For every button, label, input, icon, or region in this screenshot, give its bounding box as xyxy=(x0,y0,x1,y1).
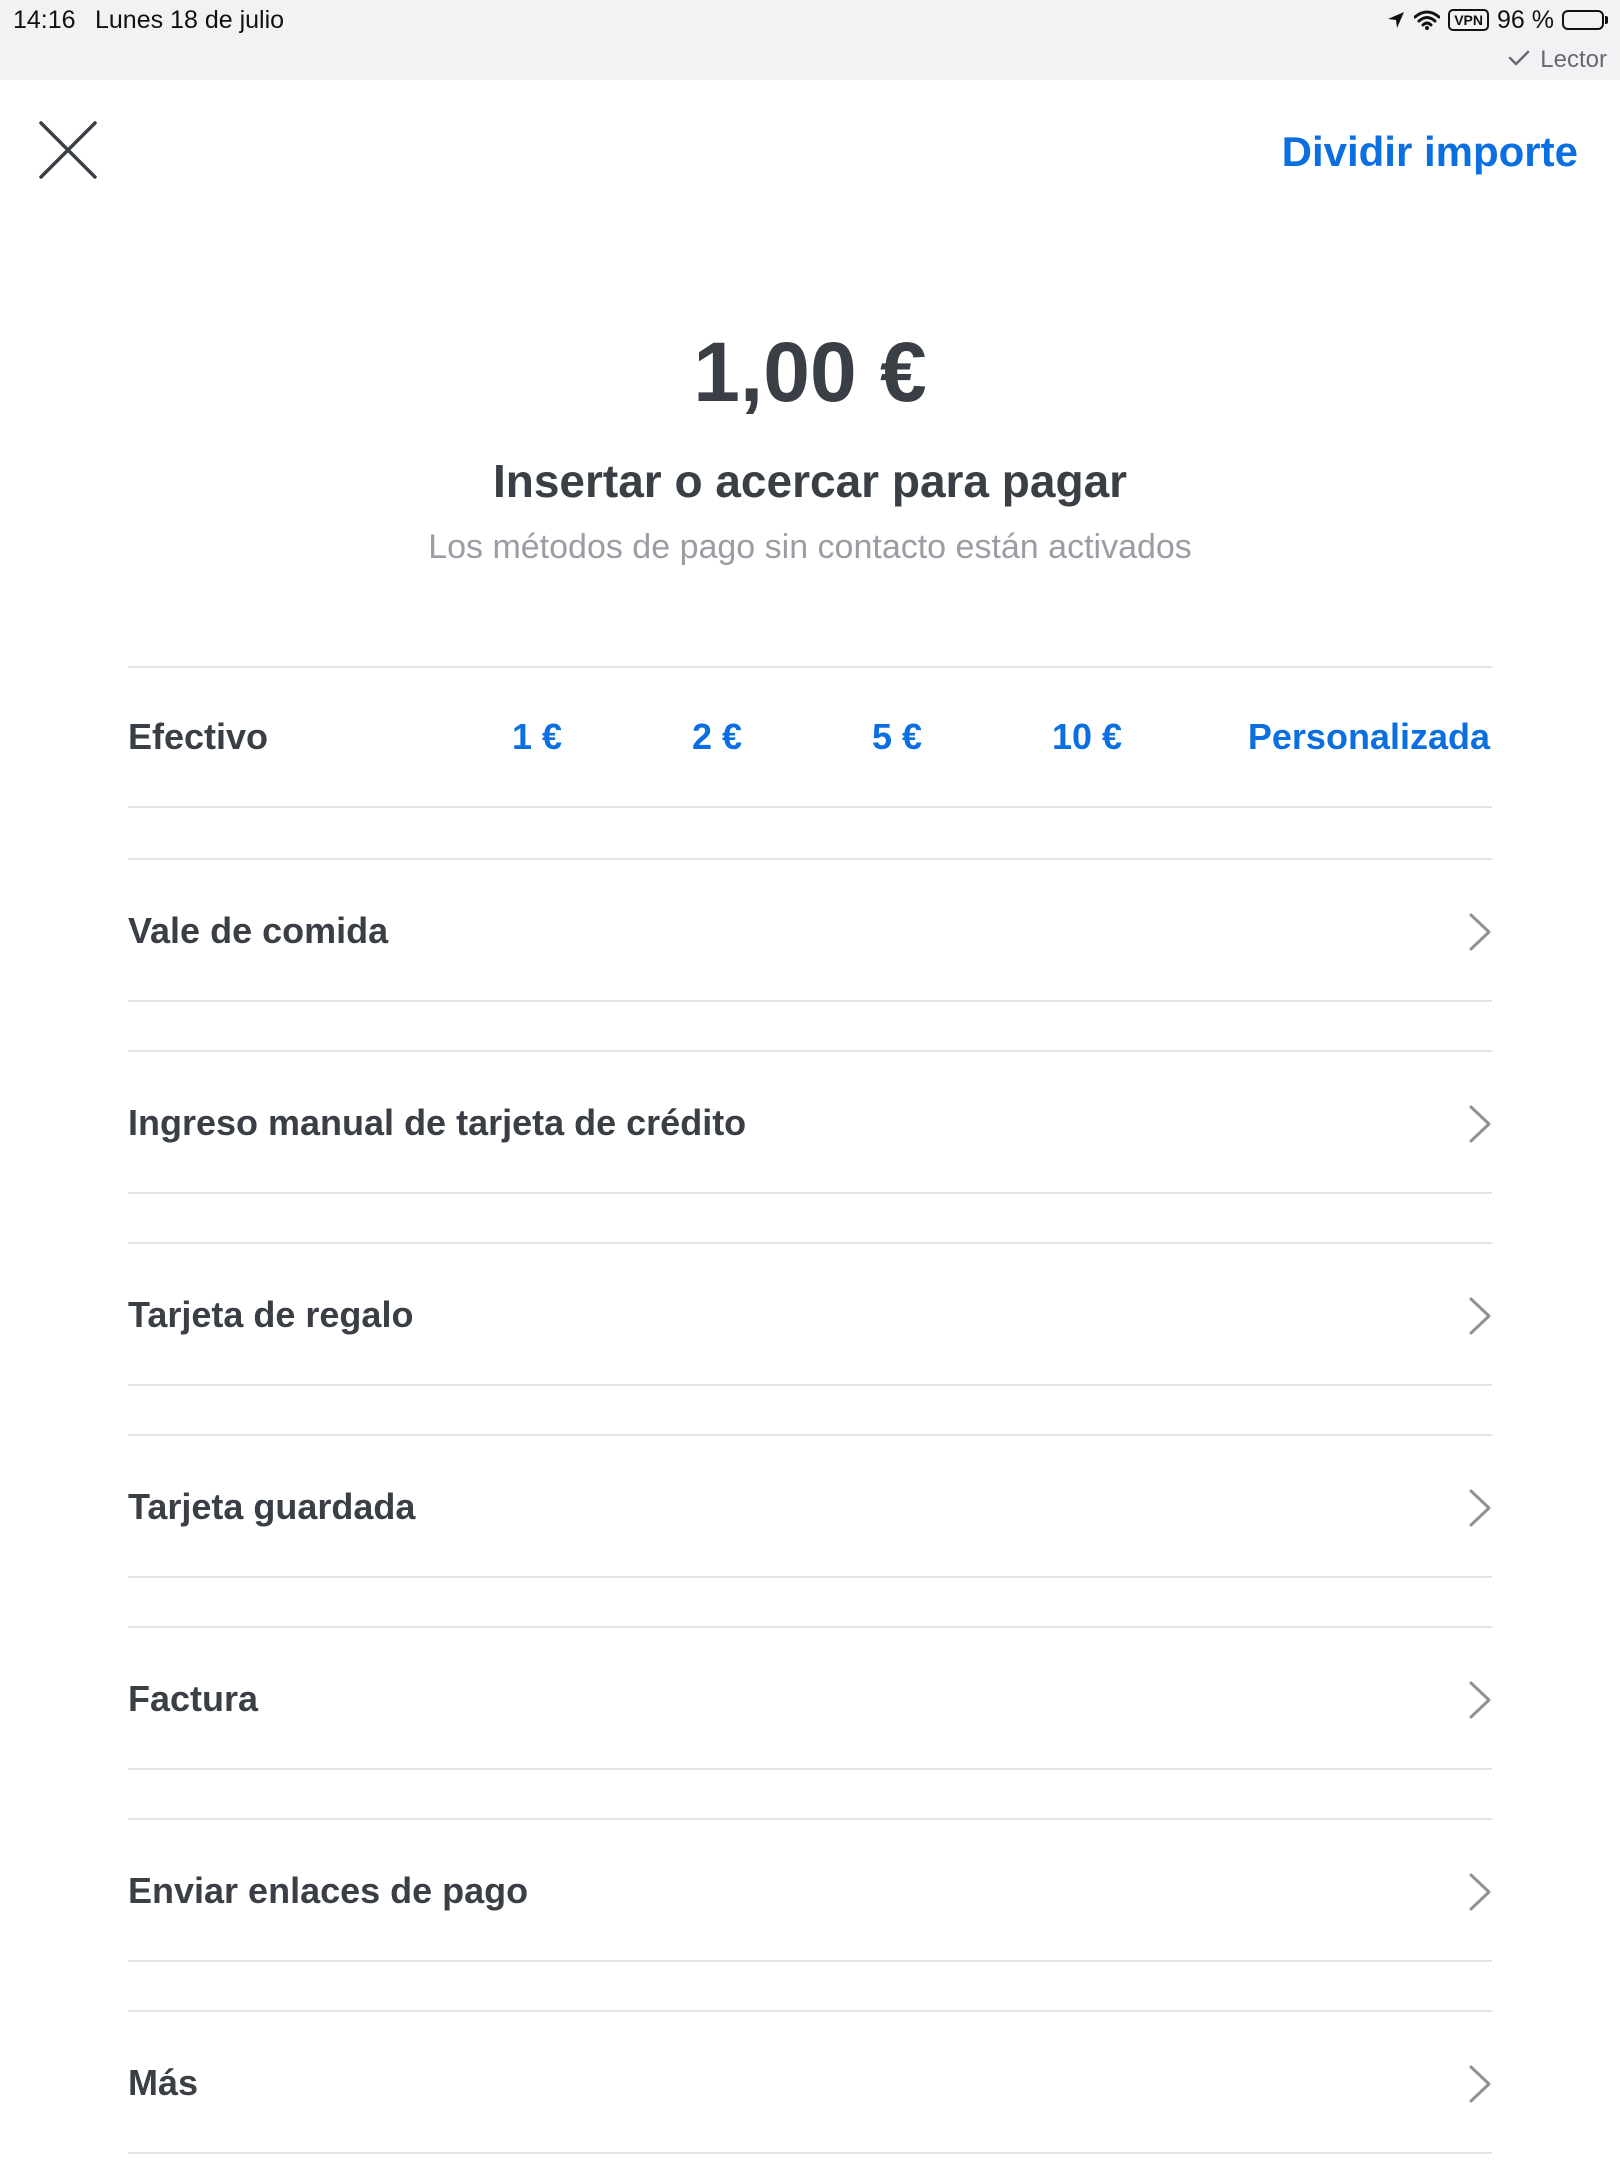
cash-option-custom[interactable]: Personalizada xyxy=(1248,716,1490,758)
cash-label: Efectivo xyxy=(128,716,269,757)
method-label: Vale de comida xyxy=(128,910,389,951)
payment-instruction: Insertar o acercar para pagar xyxy=(492,455,1128,507)
battery-percentage: 96 % xyxy=(1497,5,1554,34)
location-arrow-icon xyxy=(1386,10,1406,30)
reader-label: Lector xyxy=(1540,46,1607,73)
method-label: Enviar enlaces de pago xyxy=(128,1870,529,1911)
status-bar: 14:16 Lunes 18 de julio VPN 96 % Lector xyxy=(0,0,1620,80)
chevron-right-icon xyxy=(1469,2065,1491,2103)
status-icons: VPN 96 % xyxy=(1386,5,1608,35)
method-item-meal-voucher[interactable]: Vale de comida xyxy=(128,858,1492,1002)
chevron-right-icon xyxy=(1469,1873,1491,1911)
method-label: Más xyxy=(128,2062,199,2103)
cash-option-10[interactable]: 10 € xyxy=(1052,716,1122,758)
status-time: 14:16 xyxy=(13,6,76,34)
method-label: Tarjeta guardada xyxy=(128,1486,416,1527)
method-label: Tarjeta de regalo xyxy=(128,1294,414,1335)
split-amount-button[interactable]: Dividir importe xyxy=(1282,128,1578,176)
reader-status: Lector xyxy=(1508,46,1607,74)
method-item-gift-card[interactable]: Tarjeta de regalo xyxy=(128,1242,1492,1386)
method-item-saved-card[interactable]: Tarjeta guardada xyxy=(128,1434,1492,1578)
cash-option-2[interactable]: 2 € xyxy=(692,716,742,758)
method-item-invoice[interactable]: Factura xyxy=(128,1626,1492,1770)
method-label: Factura xyxy=(128,1678,259,1719)
contactless-note: Los métodos de pago sin contacto están a… xyxy=(428,528,1192,566)
method-item-payment-links[interactable]: Enviar enlaces de pago xyxy=(128,1818,1492,1962)
method-item-more[interactable]: Más xyxy=(128,2010,1492,2154)
chevron-right-icon xyxy=(1469,1681,1491,1719)
close-button[interactable] xyxy=(36,120,100,184)
vpn-icon: VPN xyxy=(1448,9,1490,31)
cash-option-1[interactable]: 1 € xyxy=(512,716,562,758)
battery-icon xyxy=(1562,10,1608,30)
chevron-right-icon xyxy=(1469,1297,1491,1335)
status-date: Lunes 18 de julio xyxy=(95,6,285,34)
chevron-right-icon xyxy=(1469,913,1491,951)
method-item-manual-card-entry[interactable]: Ingreso manual de tarjeta de crédito xyxy=(128,1050,1492,1194)
chevron-right-icon xyxy=(1469,1489,1491,1527)
close-icon xyxy=(38,120,98,185)
checkmark-icon xyxy=(1508,46,1530,74)
cash-option-5[interactable]: 5 € xyxy=(872,716,922,758)
wifi-icon xyxy=(1414,10,1441,30)
method-label: Ingreso manual de tarjeta de crédito xyxy=(128,1102,747,1143)
cash-row: Efectivo 1 € 2 € 5 € 10 € Personalizada xyxy=(128,666,1492,808)
chevron-right-icon xyxy=(1469,1105,1491,1143)
payment-amount: 1,00 € xyxy=(693,325,927,419)
